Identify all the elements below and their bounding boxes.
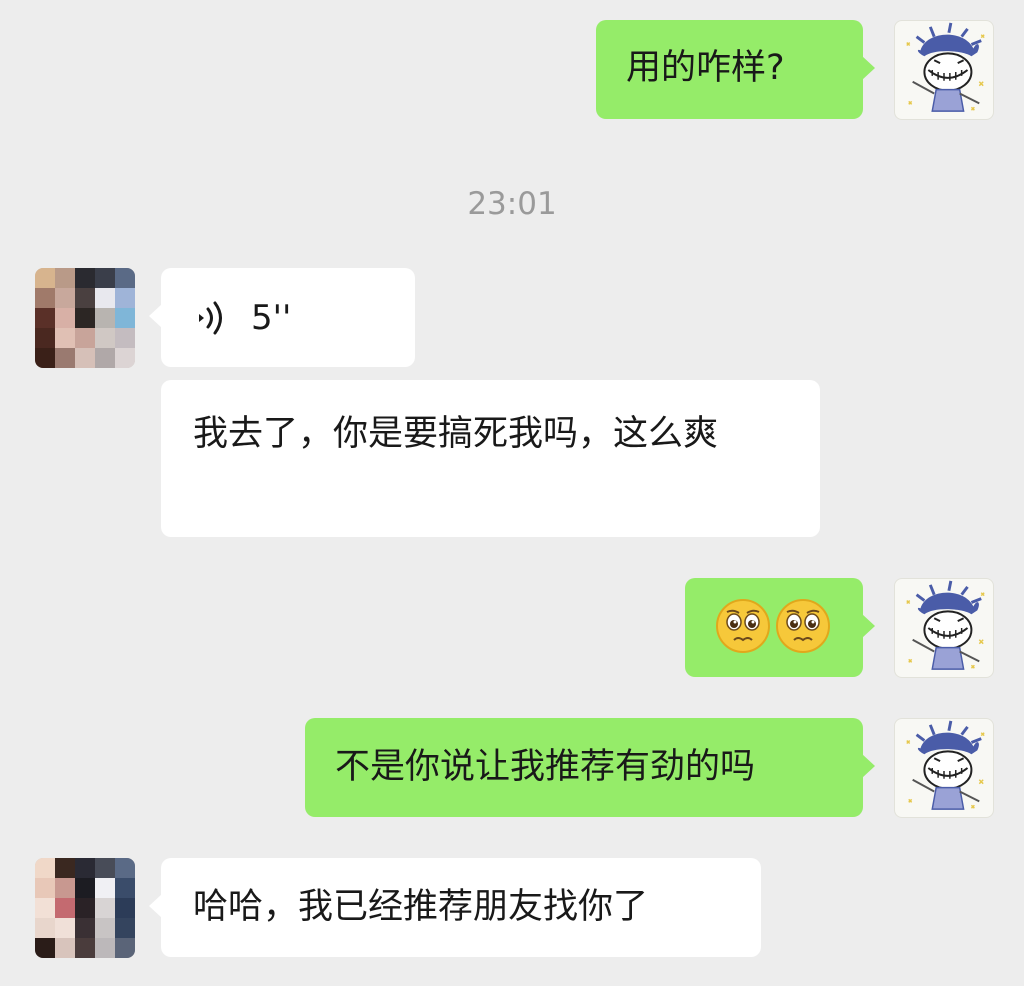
message-text: 不是你说让我推荐有劲的吗 [335,747,756,787]
cartoon-avatar-icon [906,22,985,112]
message-bubble-outgoing[interactable]: 用的咋样? [596,20,875,119]
message-text: 用的咋样? [626,48,785,88]
message-bubble-outgoing[interactable]: 不是你说让我推荐有劲的吗 [305,718,875,817]
message-text: 我去了，你是要搞死我吗，这么爽 [193,414,719,454]
my-avatar[interactable] [894,578,994,678]
message-bubble-incoming[interactable]: 我去了，你是要搞死我吗，这么爽 [161,380,820,537]
contact-avatar[interactable] [35,858,135,958]
my-avatar[interactable] [894,20,994,120]
my-avatar[interactable] [894,718,994,818]
voice-duration: 5'' [251,298,292,338]
emoji-group [715,598,831,654]
voice-message-bubble[interactable]: 5'' [149,268,415,367]
emoji-message-bubble[interactable] [685,578,875,677]
message-bubble-incoming[interactable]: 哈哈，我已经推荐朋友找你了 [149,858,761,957]
message-text: 哈哈，我已经推荐朋友找你了 [193,887,649,927]
pixelated-avatar-image [35,858,135,958]
voice-wave-icon [199,301,222,335]
cartoon-avatar-icon [906,580,985,670]
pleading-face-emoji [776,599,830,653]
pleading-face-emoji [716,599,770,653]
cartoon-avatar-icon [906,720,985,810]
contact-avatar[interactable] [35,268,135,368]
pixelated-avatar-image [35,268,135,368]
message-timestamp: 23:01 [467,186,557,222]
chat-conversation: 用的咋样? 23:01 5'' 我去了，你是要搞死我吗，这么爽 不是你说让我推荐… [0,0,1024,986]
